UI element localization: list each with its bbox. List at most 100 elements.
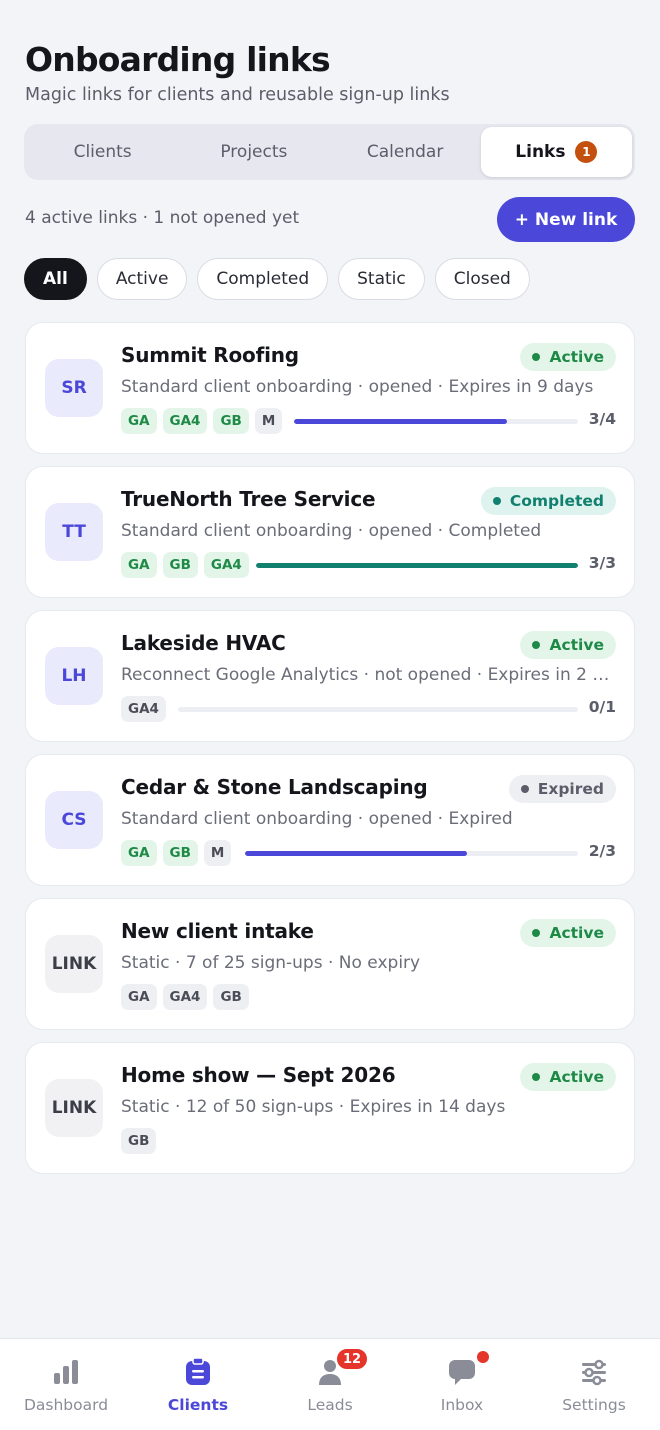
nav-inbox[interactable]: Inbox bbox=[396, 1339, 528, 1430]
status-dot-icon bbox=[532, 353, 541, 361]
status-dot-icon bbox=[520, 785, 529, 793]
integration-tag: GB bbox=[213, 408, 249, 434]
status-label: Active bbox=[549, 636, 604, 654]
nav-leads[interactable]: Leads 12 bbox=[264, 1339, 396, 1430]
filter-all[interactable]: All bbox=[24, 258, 87, 300]
section-tabs: Clients Projects Calendar Links 1 bbox=[24, 124, 635, 180]
status-badge: Active bbox=[520, 343, 616, 371]
integration-tag: GA4 bbox=[162, 984, 208, 1010]
integration-tag: GA4 bbox=[121, 696, 166, 722]
link-card[interactable]: LINK New client intake Active Static · 7 of… bbox=[25, 898, 635, 1030]
link-name: TrueNorth Tree Service bbox=[121, 487, 376, 511]
link-description: Static · 7 of 25 sign-ups · No expiry bbox=[121, 953, 421, 973]
status-label: Active bbox=[549, 348, 604, 366]
status-badge: Completed bbox=[480, 487, 616, 515]
nav-label: Settings bbox=[562, 1396, 626, 1414]
integration-tag: M bbox=[254, 408, 283, 434]
tab-label: Calendar bbox=[366, 142, 444, 162]
bar-chart-icon bbox=[51, 1357, 81, 1387]
filter-active[interactable]: Active bbox=[96, 258, 188, 300]
tab-projects[interactable]: Projects bbox=[178, 127, 329, 177]
link-name: Home show — Sept 2026 bbox=[121, 1063, 396, 1087]
progress-fill bbox=[245, 851, 467, 856]
progress-ratio: 0/1 bbox=[588, 698, 616, 716]
integration-tag: GA4 bbox=[162, 408, 208, 434]
link-card[interactable]: CS Cedar & Stone Landscaping Expired Standa… bbox=[25, 754, 635, 886]
tab-label: Links bbox=[515, 142, 566, 162]
status-label: Completed bbox=[509, 492, 604, 510]
integration-tag: GA bbox=[121, 840, 157, 866]
filter-completed[interactable]: Completed bbox=[197, 258, 329, 300]
link-name: Cedar & Stone Landscaping bbox=[121, 775, 428, 799]
progress-ratio: 3/4 bbox=[588, 410, 616, 428]
avatar: TT bbox=[45, 503, 103, 561]
integration-tag: GB bbox=[121, 1128, 157, 1154]
avatar: CS bbox=[45, 791, 103, 849]
integration-tag: GB bbox=[213, 984, 249, 1010]
filter-static[interactable]: Static bbox=[338, 258, 425, 300]
link-description: Reconnect Google Analytics · not opened … bbox=[121, 665, 616, 685]
filter-chips: All Active Completed Static Closed bbox=[24, 258, 530, 300]
nav-settings[interactable]: Settings bbox=[528, 1339, 660, 1430]
integration-tag: GB bbox=[162, 552, 198, 578]
tab-clients[interactable]: Clients bbox=[27, 127, 178, 177]
link-card[interactable]: SR Summit Roofing Active Standard client on… bbox=[25, 322, 635, 454]
progress-bar bbox=[256, 563, 578, 568]
integration-tag: GA bbox=[121, 552, 157, 578]
avatar: LINK bbox=[45, 935, 103, 993]
tab-count-badge: 1 bbox=[575, 141, 598, 163]
integration-tags: GA GA4 GB bbox=[121, 984, 249, 1010]
leads-count-badge: 12 bbox=[335, 1347, 370, 1371]
tab-label: Projects bbox=[220, 142, 288, 162]
integration-tags: GA GB GA4 bbox=[121, 552, 249, 578]
progress-ratio: 2/3 bbox=[588, 842, 616, 860]
chat-bubble-icon bbox=[447, 1357, 477, 1387]
inbox-unread-dot bbox=[475, 1349, 491, 1365]
nav-dashboard[interactable]: Dashboard bbox=[0, 1339, 132, 1430]
integration-tag: M bbox=[203, 840, 232, 866]
status-label: Active bbox=[549, 1068, 604, 1086]
progress-bar bbox=[294, 419, 578, 424]
nav-label: Dashboard bbox=[23, 1396, 109, 1414]
progress-ratio: 3/3 bbox=[588, 554, 616, 572]
link-description: Static · 12 of 50 sign-ups · Expires in … bbox=[121, 1097, 506, 1117]
link-description: Standard client onboarding · opened · Ex… bbox=[121, 809, 513, 829]
integration-tag: GA bbox=[121, 408, 157, 434]
new-link-button[interactable]: + New link bbox=[497, 197, 635, 242]
tab-calendar[interactable]: Calendar bbox=[330, 127, 481, 177]
status-label: Expired bbox=[537, 780, 604, 798]
tab-links[interactable]: Links 1 bbox=[480, 127, 632, 177]
status-badge: Expired bbox=[508, 775, 616, 803]
integration-tags: GA4 bbox=[121, 696, 166, 722]
links-summary: 4 active links · 1 not opened yet bbox=[25, 208, 300, 228]
integration-tag: GB bbox=[162, 840, 198, 866]
link-name: Summit Roofing bbox=[121, 343, 299, 367]
link-card[interactable]: LH Lakeside HVAC Active Reconnect Google An… bbox=[25, 610, 635, 742]
page-title: Onboarding links bbox=[25, 40, 331, 79]
clipboard-icon bbox=[183, 1357, 213, 1387]
status-dot-icon bbox=[532, 1073, 541, 1081]
status-dot-icon bbox=[532, 641, 541, 649]
page-header: Onboarding links Magic links for clients… bbox=[25, 40, 450, 105]
link-card[interactable]: LINK Home show — Sept 2026 Active Static · … bbox=[25, 1042, 635, 1174]
status-dot-icon bbox=[532, 929, 541, 937]
integration-tags: GB bbox=[121, 1128, 157, 1154]
status-badge: Active bbox=[520, 1063, 616, 1091]
progress-fill bbox=[294, 419, 507, 424]
nav-clients[interactable]: Clients bbox=[132, 1339, 264, 1430]
integration-tags: GA GA4 GB M bbox=[121, 408, 283, 434]
link-name: Lakeside HVAC bbox=[121, 631, 286, 655]
tab-label: Clients bbox=[73, 142, 132, 162]
link-name: New client intake bbox=[121, 919, 314, 943]
progress-fill bbox=[256, 563, 578, 568]
status-badge: Active bbox=[520, 631, 616, 659]
nav-label: Inbox bbox=[440, 1396, 484, 1414]
status-label: Active bbox=[549, 924, 604, 942]
link-card[interactable]: TT TrueNorth Tree Service Completed Standar… bbox=[25, 466, 635, 598]
status-badge: Active bbox=[520, 919, 616, 947]
integration-tag: GA bbox=[121, 984, 157, 1010]
bottom-nav: Dashboard Clients Leads 12 Inbox Setting… bbox=[0, 1338, 660, 1430]
filter-closed[interactable]: Closed bbox=[434, 258, 530, 300]
progress-bar bbox=[245, 851, 578, 856]
link-list: SR Summit Roofing Active Standard client on… bbox=[25, 322, 635, 1186]
